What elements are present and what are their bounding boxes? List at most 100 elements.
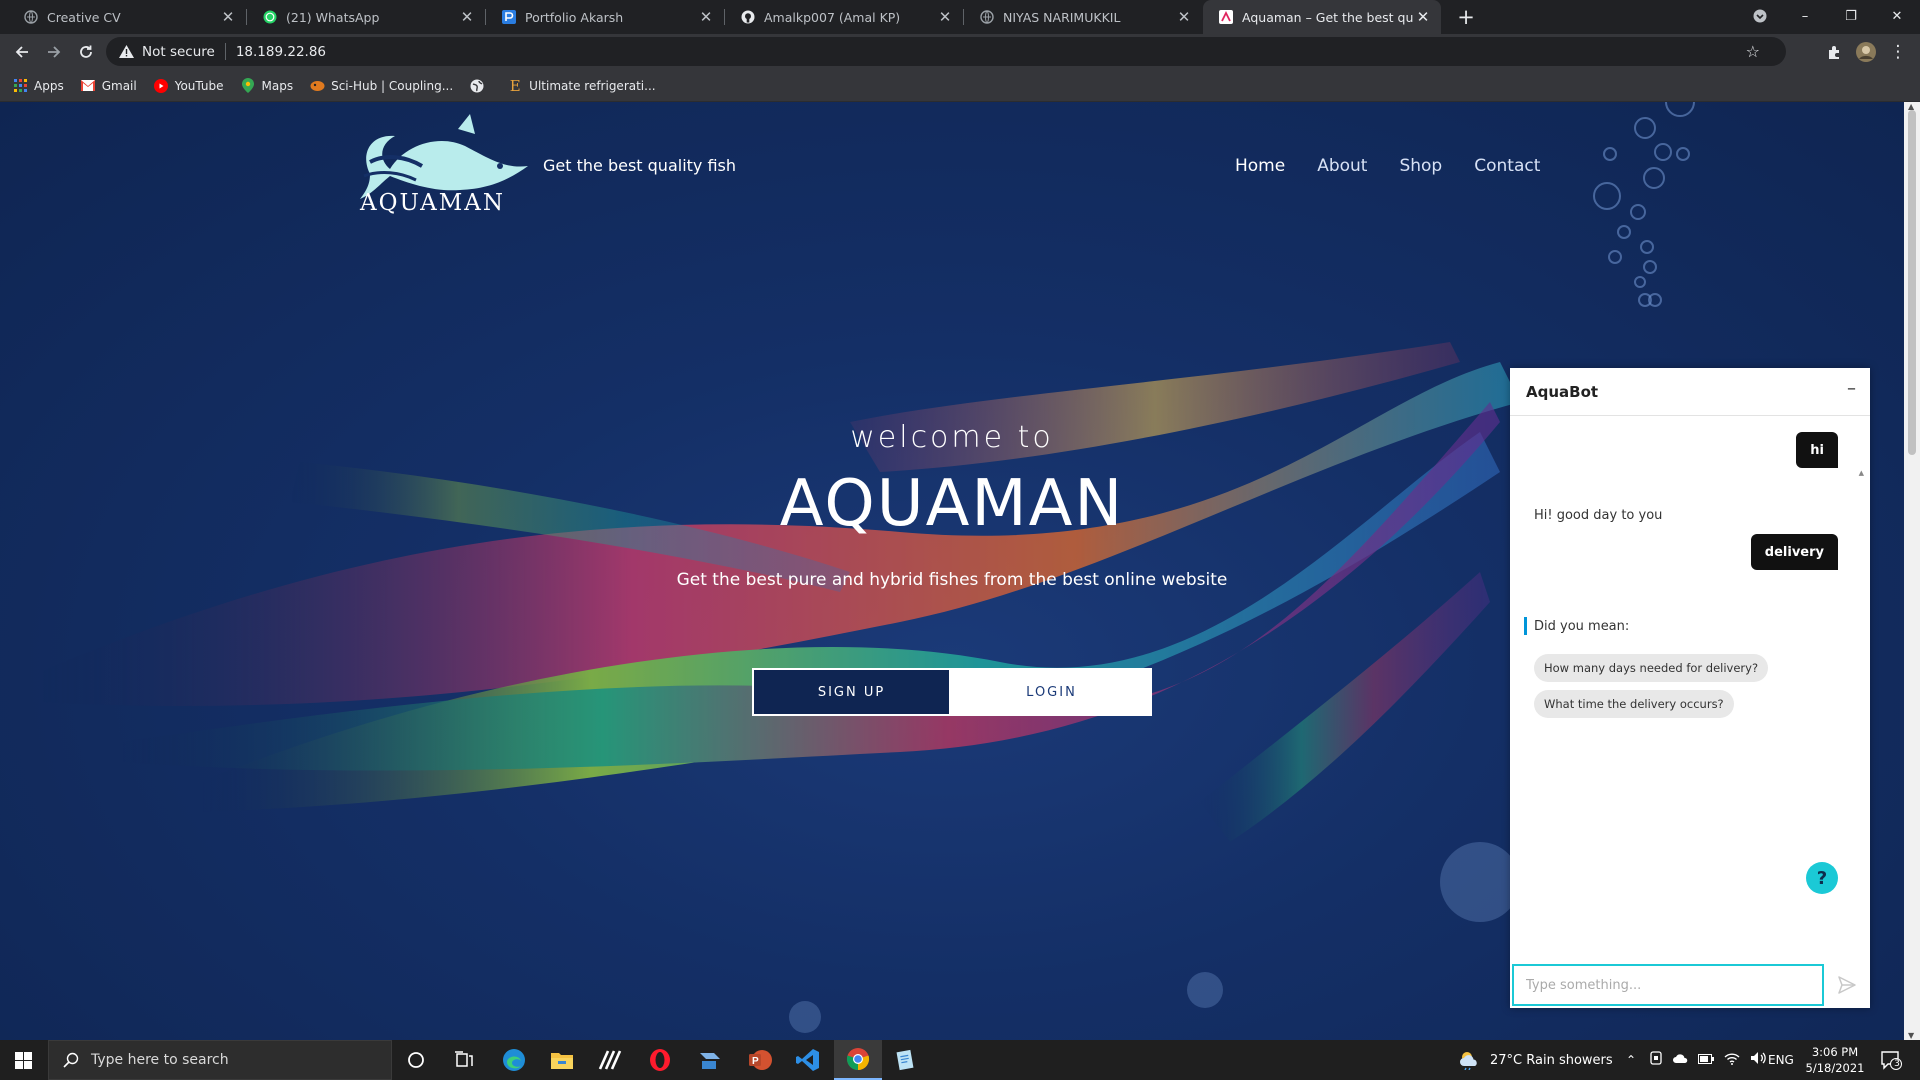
menu-kebab-icon[interactable]: ⋮	[1884, 38, 1912, 66]
system-tray-icons	[1650, 1040, 1766, 1080]
url-text[interactable]: 18.189.22.86	[236, 44, 326, 60]
security-status[interactable]: Not secure	[142, 44, 215, 60]
user-message: hi	[1796, 432, 1838, 468]
back-button[interactable]	[8, 38, 36, 66]
language-indicator[interactable]: ENG	[1768, 1040, 1794, 1080]
notepad-icon[interactable]	[882, 1040, 930, 1080]
chat-scroll-up-icon[interactable]: ▲	[1859, 469, 1864, 477]
aquaman-icon	[1219, 10, 1233, 24]
tab-close-button[interactable]: ✕	[1174, 7, 1194, 27]
user-message: delivery	[1750, 534, 1838, 570]
signup-button[interactable]: SIGN UP	[752, 668, 951, 716]
tab-github[interactable]: Amalkp007 (Amal KP) ✕	[725, 0, 963, 34]
bookmark-label: Ultimate refrigerati...	[529, 78, 656, 93]
forward-button[interactable]	[40, 38, 68, 66]
tab-aquaman[interactable]: Aquaman – Get the best quality fish ✕	[1203, 0, 1441, 34]
taskbar-search[interactable]: Type here to search	[48, 1040, 392, 1080]
windows-start-icon[interactable]	[0, 1040, 46, 1080]
tab-label: NIYAS NARIMUKKIL	[1003, 9, 1121, 25]
reload-icon	[80, 45, 92, 58]
nav-contact[interactable]: Contact	[1474, 156, 1540, 176]
taskbar-clock[interactable]: 3:06 PM 5/18/2021	[1800, 1044, 1870, 1076]
suggestion-chip[interactable]: What time the delivery occurs?	[1534, 690, 1734, 718]
volume-icon[interactable]	[1750, 1051, 1766, 1069]
chat-footer	[1510, 962, 1870, 1008]
chat-minimize-button[interactable]: –	[1847, 378, 1856, 399]
tab-search-icon[interactable]	[1738, 0, 1782, 32]
bookmark-star-icon[interactable]: ☆	[1746, 42, 1760, 61]
chevron-up-icon[interactable]: ⌃	[1626, 1040, 1636, 1080]
tab-niyas[interactable]: NIYAS NARIMUKKIL ✕	[964, 0, 1202, 34]
vscode-icon[interactable]	[784, 1040, 832, 1080]
tab-label: (21) WhatsApp	[286, 9, 380, 25]
bot-message: Hi! good day to you	[1534, 508, 1663, 523]
rain-cloud-icon	[1460, 1052, 1477, 1070]
warning-icon[interactable]	[118, 45, 134, 59]
scroll-thumb[interactable]	[1908, 110, 1916, 455]
minimize-button[interactable]: –	[1782, 0, 1828, 32]
opera-icon[interactable]	[636, 1040, 684, 1080]
bookmark-scihub[interactable]: Sci-Hub | Coupling...	[309, 78, 453, 94]
aquabot-chat-widget: AquaBot – ▲ hi Hi! good day to you deliv…	[1510, 368, 1870, 1008]
tab-creative-cv[interactable]: Creative CV ✕	[8, 0, 246, 34]
help-button[interactable]: ?	[1806, 862, 1838, 894]
scihub-icon	[309, 78, 325, 94]
bookmark-maps[interactable]: Maps	[240, 78, 293, 94]
onedrive-cloud-icon[interactable]	[1672, 1052, 1688, 1068]
nav-shop[interactable]: Shop	[1399, 156, 1442, 176]
page-scrollbar[interactable]: ▲ ▼	[1904, 102, 1920, 1040]
profile-avatar[interactable]	[1852, 38, 1880, 66]
tab-portfolio-akarsh[interactable]: Portfolio Akarsh ✕	[486, 0, 724, 34]
new-tab-button[interactable]: +	[1453, 4, 1479, 30]
nav-home[interactable]: Home	[1235, 156, 1285, 176]
nav-about[interactable]: About	[1317, 156, 1367, 176]
bookmarks-bar: Apps Gmail YouTube Maps Sci-Hub | Coupli…	[0, 70, 1920, 102]
file-explorer-icon[interactable]	[538, 1040, 586, 1080]
hero-buttons: SIGN UP LOGIN	[752, 668, 1152, 716]
reload-button[interactable]	[72, 38, 100, 66]
login-button[interactable]: LOGIN	[951, 668, 1152, 716]
notifications-icon[interactable]: 3	[1880, 1040, 1902, 1080]
weather-widget[interactable]: 27°C Rain showers	[1458, 1040, 1613, 1080]
suggestion-chip[interactable]: How many days needed for delivery?	[1534, 654, 1769, 682]
tab-close-button[interactable]: ✕	[457, 7, 477, 27]
tab-close-button[interactable]: ✕	[696, 7, 716, 27]
bookmark-globe[interactable]	[469, 78, 491, 94]
maps-pin-icon	[240, 78, 256, 94]
battery-icon[interactable]	[1698, 1053, 1714, 1068]
wifi-icon[interactable]	[1724, 1052, 1740, 1069]
send-icon[interactable]	[1834, 972, 1860, 998]
chat-input[interactable]	[1512, 964, 1824, 1006]
extensions-icon[interactable]	[1820, 38, 1848, 66]
device-icon[interactable]	[1650, 1051, 1662, 1069]
portfolio-icon	[502, 10, 516, 24]
main-nav: Home About Shop Contact	[1235, 156, 1572, 176]
weather-text: 27°C Rain showers	[1490, 1052, 1613, 1068]
bookmark-youtube[interactable]: YouTube	[153, 78, 224, 94]
chrome-icon[interactable]	[834, 1040, 882, 1080]
edge-icon[interactable]	[490, 1040, 538, 1080]
browser-toolbar: Not secure 18.189.22.86 ☆ ⋮	[0, 34, 1920, 70]
globe-icon	[469, 78, 485, 94]
tab-close-button[interactable]: ✕	[218, 7, 238, 27]
clock-time: 3:06 PM	[1811, 1045, 1859, 1059]
tab-label: Portfolio Akarsh	[525, 9, 624, 25]
close-window-button[interactable]: ✕	[1874, 0, 1920, 32]
restore-button[interactable]: ❐	[1828, 0, 1874, 32]
cortana-icon[interactable]	[392, 1040, 440, 1080]
logo-wordmark: AQUAMAN	[360, 190, 506, 216]
powerpoint-icon[interactable]: P	[736, 1040, 784, 1080]
bookmark-gmail[interactable]: Gmail	[80, 78, 137, 94]
address-bar[interactable]: Not secure 18.189.22.86 ☆	[106, 37, 1786, 66]
globe-icon	[24, 10, 38, 24]
scroll-down-arrow-icon[interactable]: ▼	[1908, 1031, 1914, 1040]
bookmark-ultimate[interactable]: E Ultimate refrigerati...	[507, 77, 656, 95]
tab-close-button[interactable]: ✕	[935, 7, 955, 27]
jetbrains-icon[interactable]	[586, 1040, 634, 1080]
task-view-icon[interactable]	[440, 1040, 488, 1080]
arrow-left-icon	[15, 46, 28, 58]
tab-close-button[interactable]: ✕	[1413, 7, 1433, 27]
tab-whatsapp[interactable]: (21) WhatsApp ✕	[247, 0, 485, 34]
visual-studio-installer-icon[interactable]	[686, 1040, 734, 1080]
bookmark-apps[interactable]: Apps	[12, 78, 64, 94]
